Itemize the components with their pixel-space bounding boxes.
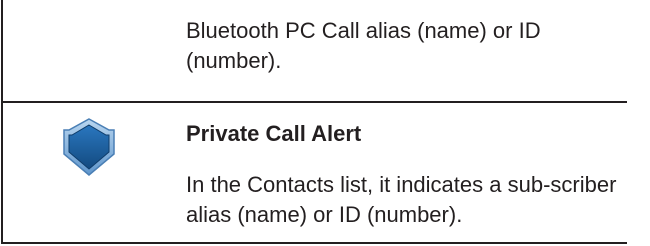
icon-description-table: Bluetooth PC Call alias (name) or ID (nu… xyxy=(0,0,650,246)
table-left-border xyxy=(1,0,3,244)
row-2-title: Private Call Alert xyxy=(186,121,362,146)
table-bottom-border xyxy=(1,242,627,244)
row-divider xyxy=(1,101,627,103)
row-2-description: In the Contacts list, it indicates a sub… xyxy=(186,172,617,227)
row-1-description: Bluetooth PC Call alias (name) or ID (nu… xyxy=(186,18,541,73)
shield-icon xyxy=(61,118,117,176)
